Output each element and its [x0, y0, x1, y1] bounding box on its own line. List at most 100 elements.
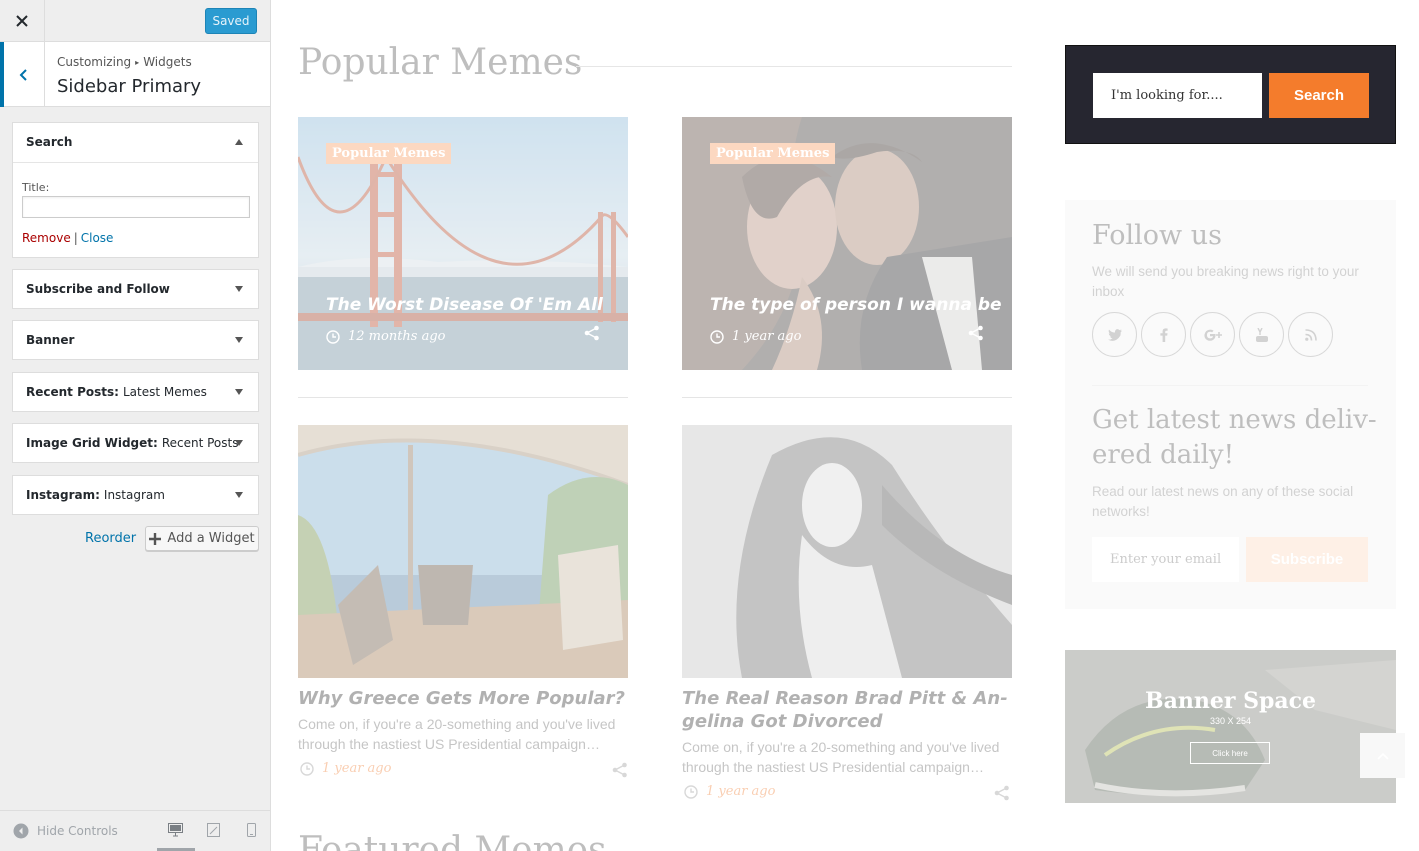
category-badge[interactable]: Popular Memes — [326, 143, 452, 164]
widget-title-text: Instagram: — [26, 488, 100, 502]
breadcrumb-item-customizing: Customizing — [57, 55, 132, 69]
clock-icon — [326, 329, 340, 344]
email-field[interactable]: Enter your email — [1092, 537, 1239, 582]
post-meta: 1 year ago — [300, 761, 391, 776]
share-icon[interactable] — [584, 325, 600, 341]
youtube-button[interactable] — [1239, 312, 1284, 357]
facebook-button[interactable] — [1141, 312, 1186, 357]
banner-button[interactable]: Click here — [1190, 742, 1270, 764]
expand-arrow-icon[interactable] — [235, 440, 243, 446]
reorder-link[interactable]: Reorder — [85, 531, 136, 546]
subscribe-button[interactable]: Subscribe — [1246, 537, 1368, 582]
google-plus-icon — [1203, 329, 1222, 341]
featured-card[interactable]: Popular Memes The type of person I wanna… — [682, 117, 1012, 370]
expand-arrow-icon[interactable] — [235, 492, 243, 498]
card-date: 1 year ago — [732, 329, 802, 344]
newsletter-title-line: ered daily! — [1092, 440, 1235, 470]
site-preview: Popular Memes Popular Memes The Worst Di… — [271, 0, 1419, 851]
widget-banner[interactable]: Banner — [12, 320, 259, 360]
widget-title-text: Subscribe and Follow — [26, 282, 170, 296]
section-heading: Popular Memes — [298, 42, 583, 83]
share-icon[interactable] — [994, 785, 1010, 801]
widget-recent-posts[interactable]: Recent Posts: Latest Memes — [12, 372, 259, 412]
widget-title: Instagram: Instagram — [26, 476, 165, 514]
widget-subtitle: Latest Memes — [122, 385, 207, 399]
post-title[interactable]: The Real Reason Brad Pitt & An-gelina Go… — [682, 687, 1008, 733]
follow-widget: Follow us We will send you breaking news… — [1065, 200, 1396, 609]
tablet-preview-icon[interactable] — [207, 823, 220, 837]
customizer-footer: Hide Controls — [0, 810, 270, 851]
card-title[interactable]: The Worst Disease Of 'Em All — [326, 295, 603, 315]
expand-arrow-icon[interactable] — [235, 337, 243, 343]
close-customizer-button[interactable] — [0, 0, 45, 42]
follow-text: We will send you breaking news right to … — [1092, 264, 1359, 299]
chevron-left-icon — [19, 68, 27, 81]
featured-card[interactable]: Popular Memes The Worst Disease Of 'Em A… — [298, 117, 628, 370]
hide-controls-label: Hide Controls — [37, 824, 118, 838]
desktop-preview-icon[interactable] — [168, 823, 183, 837]
widget-subtitle: Recent Posts — [161, 436, 239, 450]
add-widget-button[interactable]: Add a Widget — [145, 526, 259, 551]
widget-instagram[interactable]: Instagram: Instagram — [12, 475, 259, 515]
breadcrumb-item-widgets: Widgets — [143, 55, 192, 69]
banner-size: 330 X 254 — [1209, 716, 1252, 726]
collapse-arrow-icon[interactable] — [235, 139, 243, 145]
category-badge[interactable]: Popular Memes — [710, 143, 836, 164]
save-button[interactable]: Saved — [205, 8, 257, 34]
follow-title: Follow us — [1092, 220, 1222, 251]
widget-title: Recent Posts: Latest Memes — [26, 373, 207, 411]
expand-arrow-icon[interactable] — [235, 389, 243, 395]
close-icon — [16, 15, 28, 27]
search-button[interactable]: Search — [1269, 73, 1369, 118]
post-excerpt: Come on, if you're a 20-something and yo… — [298, 716, 616, 752]
card-title[interactable]: The type of person I wanna be — [710, 295, 1002, 315]
section-title: Sidebar Primary — [57, 76, 202, 97]
post-date: 1 year ago — [322, 761, 392, 776]
widget-title-text: Banner — [26, 333, 75, 347]
post-divider — [298, 397, 628, 398]
mobile-preview-icon[interactable] — [247, 823, 256, 837]
title-field[interactable] — [22, 196, 250, 218]
breadcrumb: Customizing ▸ Widgets — [57, 55, 192, 69]
widget-title: Image Grid Widget: Recent Posts — [26, 424, 238, 462]
expand-arrow-icon[interactable] — [235, 286, 243, 292]
banner-widget[interactable]: Banner Space 330 X 254 Click here — [1065, 650, 1396, 803]
search-input[interactable]: I'm looking for.... — [1093, 73, 1262, 118]
card-meta: 1 year ago — [710, 329, 801, 344]
facebook-icon — [1159, 327, 1168, 342]
post-title-line: The Real Reason Brad Pitt & An- — [682, 688, 1008, 709]
scroll-to-top-button[interactable] — [1360, 733, 1405, 778]
newsletter-text: Read our latest news on any of these soc… — [1092, 484, 1354, 519]
widget-title-text: Search — [26, 135, 73, 149]
back-button[interactable] — [0, 42, 45, 107]
share-icon[interactable] — [968, 325, 984, 341]
post-divider — [682, 397, 1012, 398]
close-link[interactable]: Close — [81, 231, 114, 245]
twitter-button[interactable] — [1092, 312, 1137, 357]
banner-title: Banner Space — [1144, 688, 1316, 714]
widget-subtitle: Instagram — [103, 488, 165, 502]
section-header: Customizing ▸ Widgets Sidebar Primary — [0, 42, 270, 107]
clock-icon — [710, 329, 724, 344]
widget-title: Search — [26, 123, 72, 161]
clock-icon — [300, 761, 314, 776]
widget-actions: Remove | Close — [22, 231, 113, 245]
widget-search[interactable]: Search Title: Remove | Close — [12, 122, 259, 258]
google-plus-button[interactable] — [1190, 312, 1235, 357]
post-title[interactable]: Why Greece Gets More Popular? — [298, 687, 625, 710]
chevron-up-icon — [1376, 752, 1389, 760]
share-icon[interactable] — [612, 762, 628, 778]
rss-button[interactable] — [1288, 312, 1333, 357]
title-field-label: Title: — [22, 181, 50, 194]
customizer-header: Saved — [0, 0, 270, 42]
post-excerpt: Come on, if you're a 20-something and yo… — [682, 739, 1000, 775]
post-image[interactable] — [682, 425, 1012, 678]
remove-link[interactable]: Remove — [22, 231, 71, 245]
banner-image — [1065, 650, 1396, 803]
plus-icon — [149, 532, 162, 545]
heading-divider — [576, 66, 1012, 67]
widget-subscribe-and-follow[interactable]: Subscribe and Follow — [12, 269, 259, 309]
widget-image-grid[interactable]: Image Grid Widget: Recent Posts — [12, 423, 259, 463]
post-image[interactable] — [298, 425, 628, 678]
hide-controls-button[interactable]: Hide Controls — [13, 823, 118, 839]
